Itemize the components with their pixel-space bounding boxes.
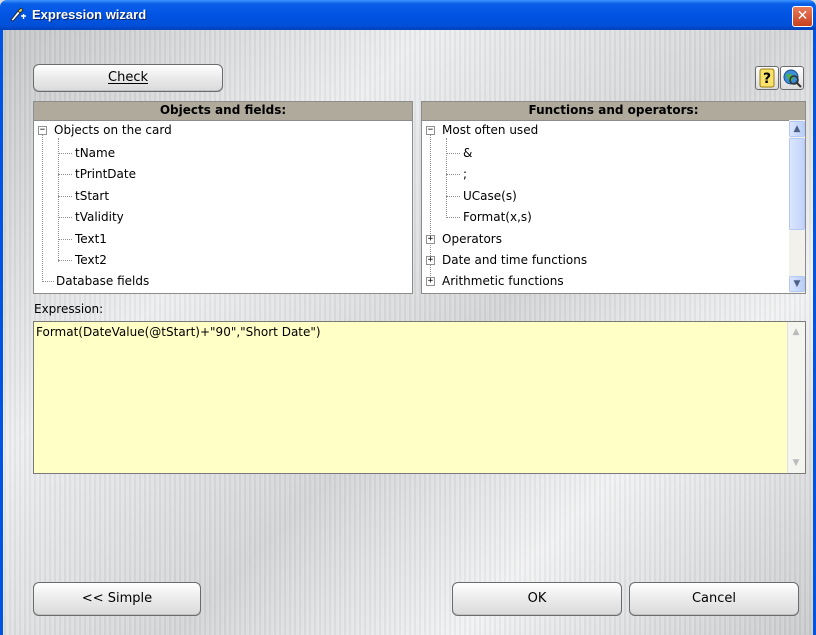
tree-node-operators[interactable]: Operators bbox=[442, 231, 502, 247]
tree-connector bbox=[58, 138, 59, 262]
tree-node-date-time-functions[interactable]: Date and time functions bbox=[442, 252, 587, 268]
tree-node-function[interactable]: ; bbox=[463, 166, 467, 182]
globe-search-icon bbox=[783, 69, 802, 88]
scroll-down-icon[interactable]: ▼ bbox=[788, 455, 804, 471]
scroll-thumb[interactable] bbox=[789, 138, 805, 230]
tree-node-field[interactable]: tPrintDate bbox=[75, 166, 136, 182]
expression-field[interactable]: Format(DateValue(@tStart)+"90","Short Da… bbox=[33, 321, 806, 474]
svg-text:?: ? bbox=[763, 71, 771, 87]
simple-button[interactable]: << Simple bbox=[33, 582, 201, 616]
cancel-button[interactable]: Cancel bbox=[629, 582, 799, 616]
functions-scrollbar[interactable]: ▲ ▼ bbox=[789, 120, 805, 293]
tree-node-field[interactable]: tName bbox=[75, 145, 115, 161]
expression-text[interactable]: Format(DateValue(@tStart)+"90","Short Da… bbox=[36, 325, 321, 339]
expression-scrollbar[interactable]: ▲ ▼ bbox=[787, 322, 805, 473]
tree-connector bbox=[446, 138, 447, 218]
tree-branch bbox=[58, 239, 72, 240]
question-mark-icon: ? bbox=[759, 68, 775, 88]
ok-button-label: OK bbox=[527, 591, 547, 606]
scroll-down-icon[interactable]: ▼ bbox=[789, 276, 805, 292]
tree-node-function[interactable]: Format(x,s) bbox=[463, 209, 532, 225]
tree-branch bbox=[42, 281, 54, 282]
cancel-button-label: Cancel bbox=[691, 591, 737, 606]
expand-icon[interactable]: + bbox=[426, 277, 435, 286]
tree-node-field[interactable]: tStart bbox=[75, 188, 109, 204]
tree-branch bbox=[58, 174, 72, 175]
expand-icon[interactable]: + bbox=[426, 256, 435, 265]
tree-branch bbox=[446, 174, 460, 175]
objects-panel-title: Objects and fields: bbox=[159, 103, 287, 117]
tree-node-function[interactable]: & bbox=[463, 145, 472, 161]
tree-branch bbox=[446, 196, 460, 197]
expression-label: Expression: bbox=[34, 302, 104, 316]
functions-panel-title: Functions and operators: bbox=[528, 103, 699, 117]
web-help-button[interactable] bbox=[780, 66, 804, 90]
tree-node-database-fields[interactable]: Database fields bbox=[56, 273, 149, 289]
scroll-up-icon[interactable]: ▲ bbox=[788, 324, 804, 340]
title-bar: Expression wizard ✕ bbox=[0, 0, 816, 30]
collapse-icon[interactable]: − bbox=[38, 126, 47, 135]
tree-branch bbox=[446, 217, 460, 218]
collapse-icon[interactable]: − bbox=[426, 126, 435, 135]
tree-node-function[interactable]: UCase(s) bbox=[463, 188, 517, 204]
functions-panel: Functions and operators: − Most often us… bbox=[421, 101, 806, 294]
tree-node-field[interactable]: Text1 bbox=[75, 231, 107, 247]
close-icon: ✕ bbox=[796, 8, 809, 24]
tree-branch bbox=[58, 196, 72, 197]
tree-node-field[interactable]: tValidity bbox=[75, 209, 124, 225]
check-button[interactable]: Check bbox=[33, 64, 223, 92]
scroll-up-icon[interactable]: ▲ bbox=[789, 121, 805, 137]
tree-branch bbox=[446, 153, 460, 154]
tree-connector bbox=[42, 134, 43, 280]
tree-node-arithmetic-functions[interactable]: Arithmetic functions bbox=[442, 273, 564, 289]
objects-panel: Objects and fields: − Objects on the car… bbox=[33, 101, 413, 294]
simple-button-label: << Simple bbox=[81, 591, 153, 606]
tree-branch bbox=[58, 217, 72, 218]
help-button[interactable]: ? bbox=[755, 66, 779, 90]
tree-branch bbox=[58, 153, 72, 154]
expand-icon[interactable]: + bbox=[426, 235, 435, 244]
window-title: Expression wizard bbox=[32, 7, 147, 22]
tree-branch bbox=[58, 260, 72, 261]
objects-panel-header: Objects and fields: bbox=[34, 102, 412, 121]
close-button[interactable]: ✕ bbox=[792, 6, 813, 27]
wizard-icon bbox=[10, 7, 26, 22]
tree-node-field[interactable]: Text2 bbox=[75, 252, 107, 268]
tree-node-most-often-used[interactable]: Most often used bbox=[442, 122, 538, 138]
ok-button[interactable]: OK bbox=[452, 582, 622, 616]
tree-node-objects-on-card[interactable]: Objects on the card bbox=[54, 122, 172, 138]
functions-panel-header: Functions and operators: bbox=[422, 102, 805, 121]
check-button-label: Check bbox=[108, 70, 148, 85]
